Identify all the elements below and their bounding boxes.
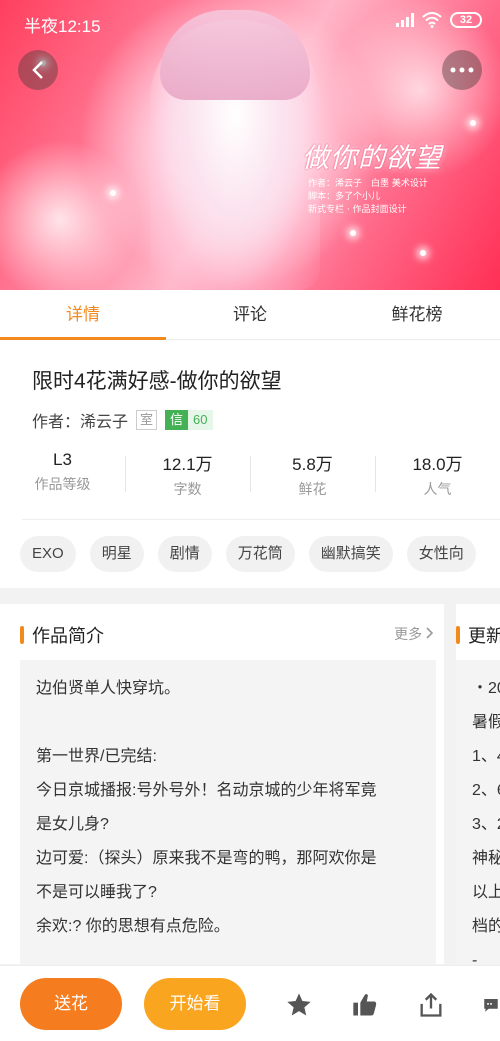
tag-chip[interactable]: 女性向 <box>406 536 476 572</box>
tag-chip[interactable]: 万花筒 <box>225 536 295 572</box>
stat-level: L3 作品等级 <box>0 450 125 494</box>
update-line: 以上 <box>472 884 500 901</box>
author-name[interactable]: 作者：浠云子 <box>32 408 128 432</box>
update-line: 暑假 <box>472 714 500 731</box>
thumbs-up-icon <box>353 994 377 1016</box>
stat-value: 5.8万 <box>292 455 333 474</box>
intro-header: 作品简介 <box>20 622 104 648</box>
chevron-right-icon <box>426 627 434 639</box>
tag-list: EXO 明星 剧情 万花筒 幽默搞笑 女性向 <box>20 536 476 572</box>
intro-line: 是女儿身? <box>36 816 109 833</box>
update-line: 档的 <box>472 918 500 935</box>
stat-value: 18.0万 <box>412 455 463 474</box>
stat-popularity: 18.0万 人气 <box>375 450 500 499</box>
author-row: 作者：浠云子 室 信 60 <box>32 408 213 432</box>
trust-icon: 信 <box>165 410 189 430</box>
star-icon <box>287 993 311 1016</box>
tab-comments[interactable]: 评论 <box>167 290 333 340</box>
stat-label: 字数 <box>173 481 202 497</box>
intro-line: 今日京城播报:号外号外！名动京城的少年将军竟 <box>36 782 377 799</box>
intro-line: 边可爱:（探头）原来我不是弯的鸭，那阿欢你是 <box>36 850 377 867</box>
intro-line: 边伯贤单人快穿坑。 <box>36 680 181 697</box>
active-tab-indicator <box>0 337 166 340</box>
section-marker <box>20 626 24 644</box>
intro-heading: 作品简介 <box>32 626 104 646</box>
like-button[interactable] <box>350 990 380 1020</box>
stats-row: L3 作品等级 12.1万 字数 5.8万 鲜花 18.0万 人气 <box>0 450 500 502</box>
intro-card[interactable]: 作品简介 更多 边伯贤单人快穿坑。 第一世界/已完结: 今日京城播报:号外号外！… <box>0 604 444 964</box>
stat-label: 作品等级 <box>34 476 91 492</box>
tag-chip[interactable]: 幽默搞笑 <box>308 536 393 572</box>
update-line: 2、6 <box>472 782 500 799</box>
intro-line: 第一世界/已完结: <box>36 748 157 765</box>
divider <box>22 519 500 520</box>
chat-bubble-icon <box>484 999 498 1012</box>
cover-credit-line: 新式专栏 · 作品封面设计 <box>308 205 407 215</box>
book-title: 限时4花满好感-做你的欲望 <box>32 370 282 393</box>
stat-value: 12.1万 <box>162 455 213 474</box>
update-heading: 更新 <box>468 626 500 646</box>
stat-label: 人气 <box>423 481 452 497</box>
update-line: 1、4 <box>472 748 500 765</box>
tab-flower-ranking[interactable]: 鲜花榜 <box>334 290 500 340</box>
cover-credits: 作者：浠云子 白墨 美术设计 脚本：多了个小儿 新式专栏 · 作品封面设计 <box>308 178 428 217</box>
intro-line: 余欢:? 你的思想有点危险。 <box>36 918 230 935</box>
back-button[interactable] <box>18 50 58 90</box>
cover-credit-line: 作者：浠云子 白墨 美术设计 <box>308 179 428 189</box>
stat-value: L3 <box>53 450 72 469</box>
status-icons: 32 <box>396 12 482 28</box>
more-label: 更多 <box>394 626 423 642</box>
stat-flowers: 5.8万 鲜花 <box>250 450 375 499</box>
intro-text: 边伯贤单人快穿坑。 第一世界/已完结: 今日京城播报:号外号外！名动京城的少年将… <box>20 660 436 964</box>
tab-details[interactable]: 详情 <box>0 290 166 340</box>
status-bar: 半夜12:15 32 <box>0 0 500 42</box>
update-line: 3、2 <box>472 816 500 833</box>
room-badge[interactable]: 室 <box>136 410 158 430</box>
share-icon <box>420 992 442 1017</box>
stat-word-count: 12.1万 字数 <box>125 450 250 499</box>
start-reading-button[interactable]: 开始看 <box>144 978 246 1030</box>
ellipsis-icon <box>450 67 474 73</box>
section-marker <box>456 626 460 644</box>
intro-line <box>36 706 420 740</box>
update-line: - <box>472 952 478 964</box>
update-line: 神秘 <box>472 850 500 867</box>
trust-badge: 信 60 <box>165 410 213 430</box>
wifi-icon <box>422 12 442 28</box>
stat-label: 鲜花 <box>298 481 327 497</box>
tag-chip[interactable]: EXO <box>20 536 76 572</box>
intro-line: 不是可以睡我了? <box>36 884 157 901</box>
more-options-button[interactable] <box>442 50 482 90</box>
update-line: ・20 <box>472 680 500 697</box>
tab-bar: 详情 评论 鲜花榜 <box>0 290 500 340</box>
sparkle <box>110 190 116 196</box>
status-time: 半夜12:15 <box>24 17 101 36</box>
details-panel: 详情 评论 鲜花榜 限时4花满好感-做你的欲望 作者：浠云子 室 信 60 L3… <box>0 290 500 588</box>
cover-banner: 做你的欲望 作者：浠云子 白墨 美术设计 脚本：多了个小儿 新式专栏 · 作品封… <box>0 0 500 290</box>
battery-icon: 32 <box>450 12 482 28</box>
signal-icon <box>396 13 414 27</box>
chevron-left-icon <box>32 61 43 79</box>
update-text: ・20 暑假 1、4 2、6 3、2 神秘 以上 档的 - <box>456 660 500 964</box>
update-card[interactable]: 更新 ・20 暑假 1、4 2、6 3、2 神秘 以上 档的 - <box>456 604 500 964</box>
sparkle <box>350 230 356 236</box>
cover-title: 做你的欲望 <box>302 143 442 174</box>
tag-chip[interactable]: 剧情 <box>157 536 212 572</box>
sparkle <box>470 120 476 126</box>
tag-chip[interactable]: 明星 <box>89 536 144 572</box>
share-button[interactable] <box>416 990 446 1020</box>
bottom-action-bar: 送花 开始看 <box>0 965 500 1041</box>
comment-button[interactable] <box>482 990 500 1020</box>
sparkle <box>420 250 426 256</box>
trust-value: 60 <box>188 410 213 430</box>
send-flower-button[interactable]: 送花 <box>20 978 122 1030</box>
cover-credit-line: 脚本：多了个小儿 <box>308 192 381 202</box>
favorite-button[interactable] <box>284 990 314 1020</box>
intro-more-link[interactable]: 更多 <box>394 624 434 644</box>
update-header: 更新 <box>456 622 500 648</box>
